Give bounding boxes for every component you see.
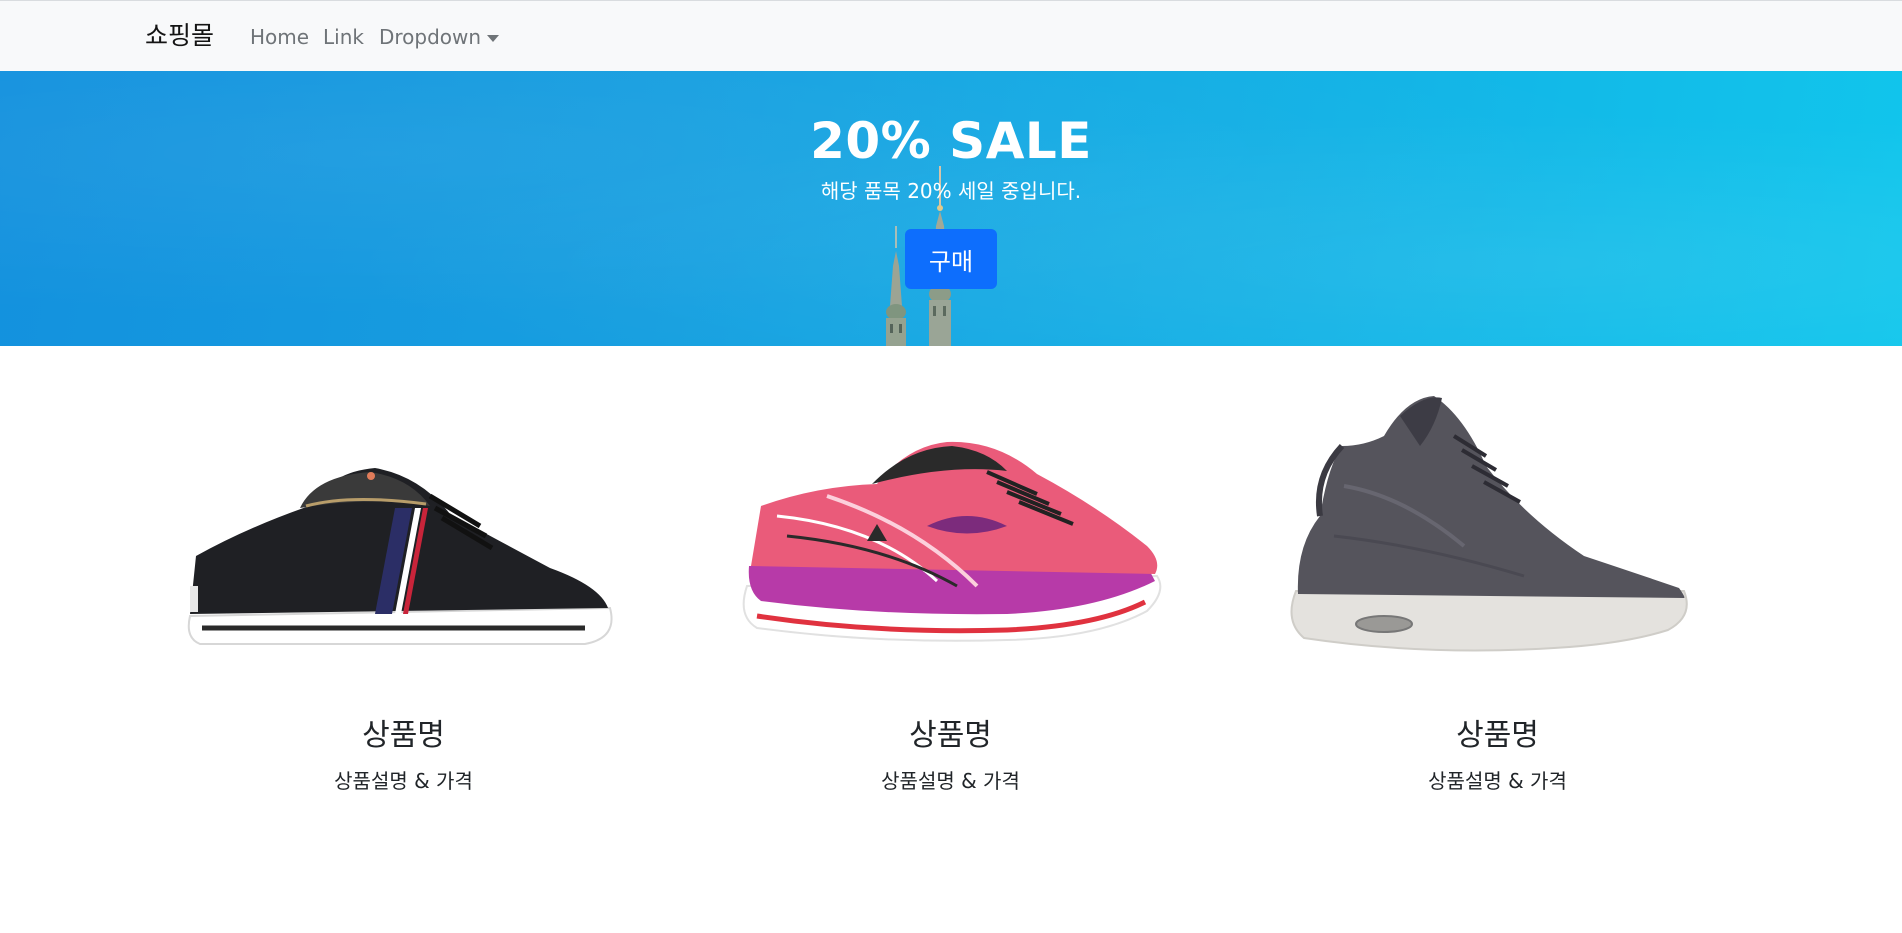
black-sneaker-image[interactable] [130, 376, 677, 696]
product-name: 상품명 [1456, 718, 1539, 753]
buy-button[interactable]: 구매 [905, 229, 997, 289]
brand-logo[interactable]: 쇼핑몰 [145, 21, 214, 51]
nav-dropdown-toggle[interactable]: Dropdown [379, 25, 500, 49]
pink-running-shoe-image[interactable] [677, 376, 1224, 696]
navbar: 쇼핑몰 Home Link Dropdown [0, 0, 1902, 71]
hero-title: 20% SALE [810, 112, 1092, 170]
product-card: 상품명 상품설명 & 가격 [130, 346, 677, 816]
hero-subtitle: 해당 품목 20% 세일 중입니다. [820, 179, 1082, 203]
nav-dropdown-label: Dropdown [379, 25, 482, 49]
nav-link-home[interactable]: Home [250, 25, 309, 49]
product-name: 상품명 [362, 718, 445, 753]
product-name: 상품명 [909, 718, 992, 753]
nav-link-link[interactable]: Link [323, 25, 364, 49]
product-description: 상품설명 & 가격 [881, 769, 1020, 793]
hero-banner: 20% SALE 해당 품목 20% 세일 중입니다. 구매 [0, 71, 1902, 346]
product-description: 상품설명 & 가격 [334, 769, 473, 793]
product-description: 상품설명 & 가격 [1428, 769, 1567, 793]
product-card: 상품명 상품설명 & 가격 [1224, 346, 1771, 816]
gray-high-top-sneaker-image[interactable] [1224, 376, 1771, 696]
product-card: 상품명 상품설명 & 가격 [677, 346, 1224, 816]
caret-down-icon [487, 34, 500, 42]
